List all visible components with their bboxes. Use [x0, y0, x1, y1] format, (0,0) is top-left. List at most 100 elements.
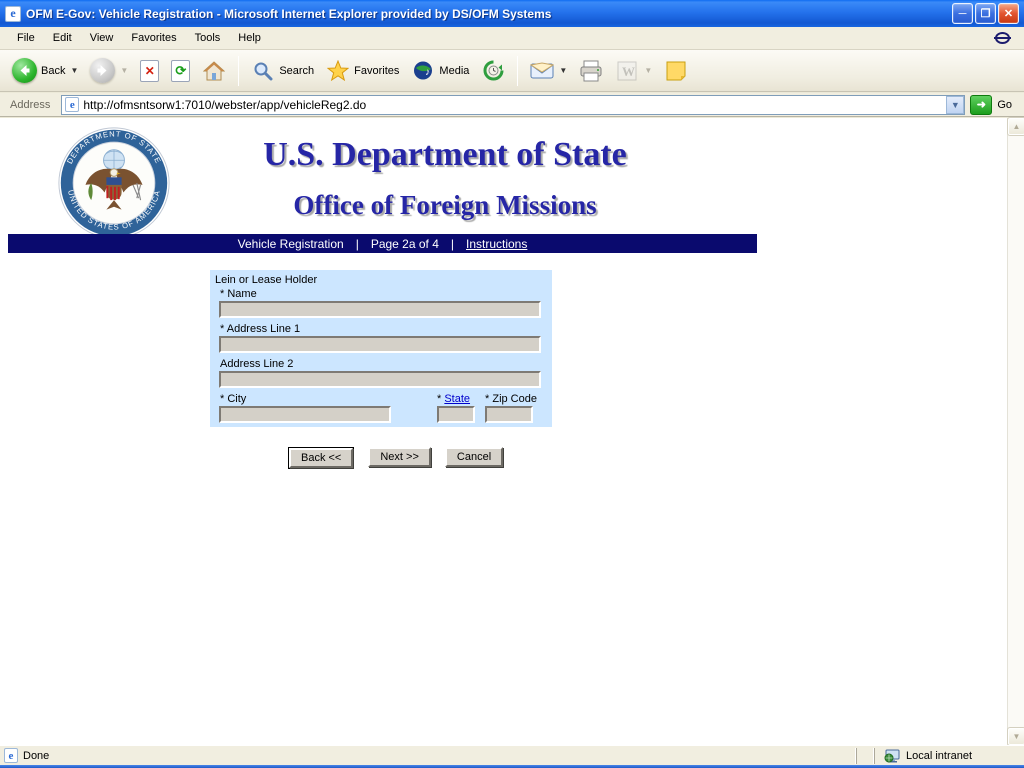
discuss-note-icon: [664, 59, 688, 83]
search-icon: [251, 59, 275, 83]
status-bar: e Done Local intranet: [0, 745, 1024, 765]
city-label: * City: [220, 393, 247, 405]
address-dropdown-icon[interactable]: ▼: [946, 95, 965, 114]
history-icon: [481, 59, 505, 83]
mail-icon: [530, 59, 555, 83]
form-section-title: Lein or Lease Holder: [215, 274, 318, 286]
discuss-button[interactable]: [660, 57, 692, 85]
stop-icon: ✕: [140, 59, 160, 82]
name-label: * Name: [220, 288, 257, 300]
back-form-button[interactable]: Back <<: [289, 448, 354, 468]
status-text: Done: [23, 749, 50, 762]
window-title: OFM E-Gov: Vehicle Registration - Micros…: [26, 6, 552, 21]
address-url[interactable]: http://ofmsntsorw1:7010/webster/app/vehi…: [83, 98, 942, 112]
favorites-star-icon: [326, 59, 350, 83]
go-button-label[interactable]: Go: [997, 99, 1020, 111]
print-button[interactable]: [575, 57, 607, 85]
address2-input[interactable]: [219, 371, 541, 388]
nav-separator: |: [450, 236, 454, 251]
svg-text:W: W: [622, 64, 635, 79]
nav-section-label: Vehicle Registration: [237, 236, 344, 251]
edit-with-word-button[interactable]: W ▼: [611, 57, 656, 85]
scroll-down-icon[interactable]: ▼: [1007, 727, 1024, 746]
state-department-seal: DEPARTMENT OF STATE UNITED STATES OF AME…: [58, 127, 170, 239]
search-button-label: Search: [279, 64, 315, 77]
forward-dropdown-icon: ▼: [120, 66, 129, 75]
local-intranet-icon: [884, 749, 900, 762]
stop-button[interactable]: ✕: [136, 58, 163, 84]
status-pane: [856, 747, 874, 764]
state-label: * State: [437, 393, 470, 405]
go-button[interactable]: ➜: [970, 94, 993, 115]
nav-strip: Vehicle Registration | Page 2a of 4 | In…: [8, 234, 757, 253]
menu-favorites[interactable]: Favorites: [122, 29, 185, 47]
refresh-button[interactable]: ⟳: [167, 58, 194, 84]
print-icon: [579, 59, 603, 83]
search-button[interactable]: Search: [247, 57, 318, 85]
forward-button[interactable]: ▼: [86, 56, 132, 85]
home-button[interactable]: [198, 57, 230, 85]
ie-app-icon: e: [5, 5, 21, 22]
scroll-up-icon[interactable]: ▲: [1007, 117, 1024, 136]
name-input[interactable]: [219, 301, 541, 318]
favorites-button[interactable]: Favorites: [322, 57, 403, 85]
menu-help[interactable]: Help: [229, 29, 270, 47]
zip-input[interactable]: [485, 406, 533, 423]
throbber-logo: [992, 30, 1012, 46]
back-button-label: Back: [41, 64, 66, 77]
home-icon: [202, 59, 226, 83]
vertical-scrollbar[interactable]: ▲ ▼: [1007, 117, 1024, 746]
menu-view[interactable]: View: [81, 29, 123, 47]
mail-dropdown-icon[interactable]: ▼: [559, 66, 567, 75]
refresh-icon: ⟳: [171, 59, 191, 82]
nav-separator: |: [355, 236, 359, 251]
toolbar-separator: [238, 55, 240, 86]
lien-holder-form-panel: Lein or Lease Holder * Name * Address Li…: [210, 270, 552, 427]
close-button[interactable]: ✕: [998, 3, 1019, 24]
state-link[interactable]: State: [444, 393, 470, 405]
word-icon: W: [615, 59, 639, 83]
browser-window: e OFM E-Gov: Vehicle Registration - Micr…: [0, 0, 1024, 768]
cancel-form-button[interactable]: Cancel: [444, 447, 504, 467]
instructions-link[interactable]: Instructions: [466, 237, 527, 251]
security-zone-pane: Local intranet: [874, 747, 1024, 764]
menu-bar: File Edit View Favorites Tools Help: [0, 27, 1024, 50]
required-marker: *: [220, 323, 225, 335]
back-icon: [12, 58, 37, 83]
required-marker: *: [220, 393, 225, 405]
favorites-button-label: Favorites: [354, 64, 400, 77]
mail-button[interactable]: ▼: [526, 57, 571, 85]
title-bar: e OFM E-Gov: Vehicle Registration - Micr…: [0, 0, 1024, 27]
required-marker: *: [485, 393, 490, 405]
page-icon: e: [65, 97, 80, 112]
address1-label: * Address Line 1: [220, 323, 301, 335]
page-title: U.S. Department of State: [263, 136, 627, 173]
back-dropdown-icon[interactable]: ▼: [70, 66, 78, 75]
page-content: DEPARTMENT OF STATE UNITED STATES OF AME…: [0, 118, 1007, 745]
media-button-label: Media: [439, 64, 470, 77]
address-bar: Address e http://ofmsntsorw1:7010/webste…: [0, 93, 1024, 117]
menu-tools[interactable]: Tools: [186, 29, 230, 47]
required-marker: *: [437, 393, 442, 405]
forward-icon: [90, 58, 116, 83]
city-input[interactable]: [219, 406, 391, 423]
svg-text:♪: ♪: [425, 67, 430, 78]
status-page-icon: e: [4, 748, 18, 763]
nav-page-indicator: Page 2a of 4: [370, 236, 439, 251]
menu-edit[interactable]: Edit: [44, 29, 81, 47]
edit-dropdown-icon: ▼: [644, 66, 653, 75]
minimize-button[interactable]: ─: [952, 3, 973, 24]
security-zone-label: Local intranet: [906, 749, 973, 762]
state-input[interactable]: [437, 406, 475, 423]
back-button[interactable]: Back ▼: [8, 56, 82, 85]
standard-toolbar: Back ▼ ▼ ✕ ⟳ Search Favorites ♪ Media ▼ …: [0, 50, 1024, 92]
page-subtitle: Office of Foreign Missions: [293, 190, 597, 220]
address-label: Address: [10, 98, 51, 111]
address-field[interactable]: e http://ofmsntsorw1:7010/webster/app/ve…: [61, 94, 966, 115]
menu-file[interactable]: File: [8, 29, 44, 47]
next-form-button[interactable]: Next >>: [368, 447, 431, 467]
history-button[interactable]: [477, 57, 509, 85]
media-button[interactable]: ♪ Media: [407, 57, 473, 85]
restore-button[interactable]: ❐: [975, 3, 996, 24]
address1-input[interactable]: [219, 336, 541, 353]
